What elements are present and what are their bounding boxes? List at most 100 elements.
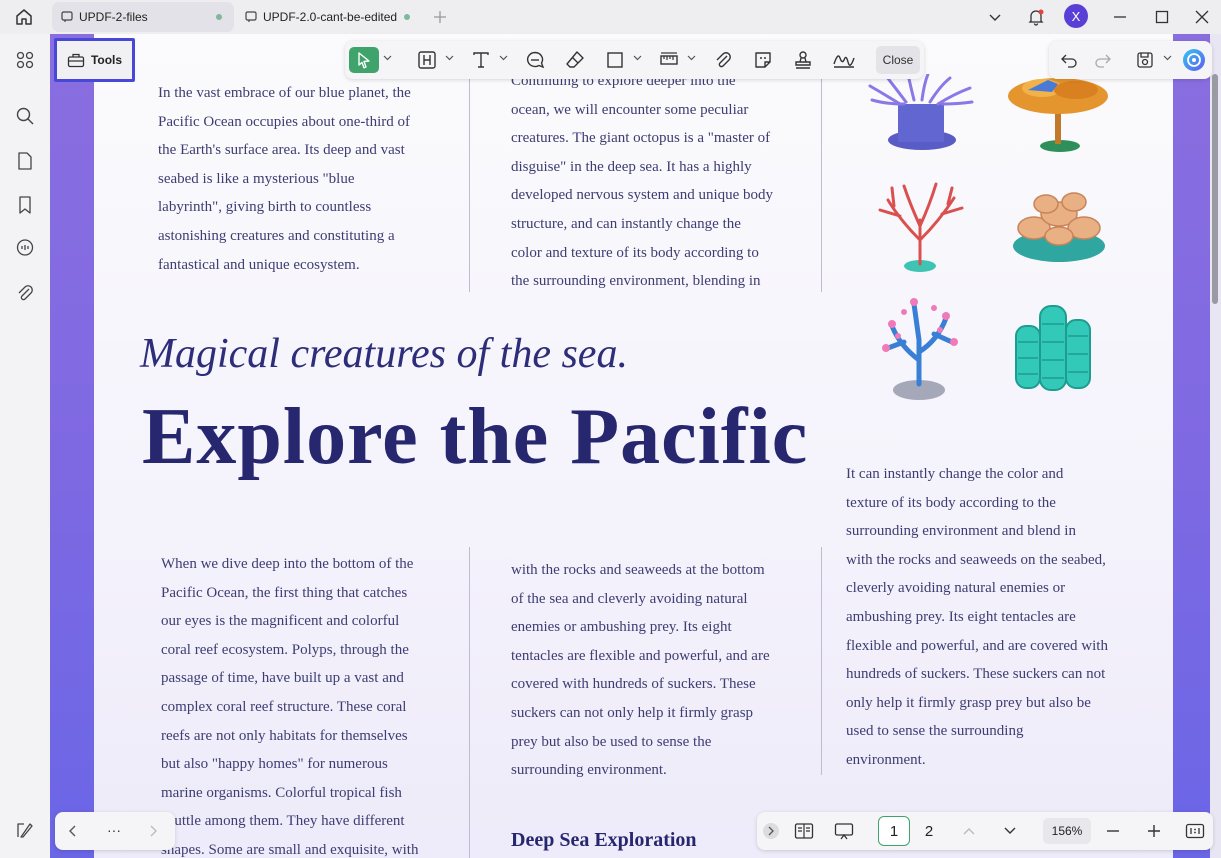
tab-updf-2-0-cant-be-edited[interactable]: UPDF-2.0-cant-be-edited [236, 2, 422, 32]
actual-size-icon[interactable] [1184, 821, 1206, 841]
home-icon[interactable] [12, 6, 36, 28]
chevron-down-icon[interactable] [983, 5, 1007, 29]
thumbnails-grid-icon[interactable] [13, 48, 37, 72]
text-line: ocean, we will encounter some peculiar [511, 101, 749, 118]
signature-tool-icon[interactable] [831, 47, 857, 73]
left-rail [0, 34, 50, 858]
search-icon[interactable] [13, 104, 37, 128]
document-viewport[interactable]: In the vast embrace of our blue planet, … [50, 34, 1221, 858]
measure-tool-icon[interactable] [657, 47, 681, 73]
select-tool-button[interactable] [349, 47, 379, 73]
zoom-bar: 1 2 156% [757, 812, 1213, 850]
close-toolbar-button[interactable]: Close [876, 46, 920, 74]
text-line: cleverly avoiding natural enemies or [846, 580, 1066, 597]
text-line: passage of time, have built up a vast an… [161, 670, 404, 687]
text-line: It can instantly change the color and [846, 466, 1064, 482]
column-divider [821, 547, 822, 775]
title-bar: UPDF-2-files UPDF-2.0-cant-be-edited X [0, 0, 1221, 34]
bookmark-icon[interactable] [13, 193, 37, 217]
chevron-down-icon[interactable] [445, 53, 454, 62]
red-fan-coral-image [878, 182, 964, 272]
text-line: Pacific Ocean, the first thing that catc… [161, 584, 408, 601]
zoom-level-field[interactable]: 156% [1043, 818, 1091, 844]
text-line: color and texture of its body according … [511, 244, 759, 261]
scrollbar-thumb[interactable] [1212, 74, 1218, 304]
text-line: coral reef ecosystem. Polyps, through th… [161, 641, 409, 658]
text-column-1-bottom: When we dive deep into the bottom of the… [161, 550, 451, 858]
sign-edit-icon[interactable] [13, 818, 37, 842]
rectangle-tool-icon[interactable] [603, 47, 627, 73]
avatar[interactable]: X [1064, 4, 1088, 28]
comment-icon[interactable] [13, 236, 37, 260]
vertical-scrollbar[interactable] [1210, 34, 1221, 858]
attachment-tool-icon[interactable] [711, 47, 735, 73]
reading-mode-icon[interactable] [793, 820, 815, 842]
chevron-down-icon[interactable] [633, 53, 642, 62]
zoom-out-minus-icon[interactable] [1103, 821, 1123, 841]
more-options-button[interactable]: ··· [101, 820, 127, 840]
stamp-tool-icon[interactable] [791, 47, 815, 73]
text-line: When we dive deep into the bottom of the [161, 556, 414, 572]
main-title: Explore the Pacific [142, 393, 809, 481]
minimize-icon[interactable] [1108, 5, 1132, 29]
eraser-tool-icon[interactable] [563, 47, 587, 73]
redo-icon[interactable] [1091, 47, 1115, 73]
purple-anemone-image [868, 74, 974, 150]
text-line: our eyes is the magnificent and colorful [161, 613, 400, 630]
notification-bell-icon[interactable] [1024, 5, 1048, 29]
chevron-down-icon[interactable] [499, 53, 508, 62]
text-line: tentacles are flexible and powerful, and… [511, 647, 770, 664]
save-icon[interactable] [1133, 47, 1157, 73]
next-page-chevron-icon[interactable] [143, 821, 163, 841]
new-tab-plus-icon[interactable] [428, 5, 452, 29]
text-line: developed nervous system and unique body [511, 187, 774, 204]
presentation-icon[interactable] [833, 820, 855, 842]
comment-tool-icon[interactable] [523, 47, 547, 73]
teal-tube-coral-image [1015, 305, 1091, 391]
tab-updf-2-files[interactable]: UPDF-2-files [52, 2, 234, 32]
unsaved-dot [404, 14, 410, 20]
ai-assistant-icon[interactable] [1181, 47, 1207, 73]
column-divider [469, 547, 470, 858]
text-line: flexible and powerful, and are covered w… [846, 637, 1108, 654]
chevron-down-icon[interactable] [687, 53, 696, 62]
attachment-icon[interactable] [13, 281, 37, 305]
column-divider [821, 74, 822, 292]
orange-tree-coral-image [1008, 78, 1108, 152]
page-icon[interactable] [13, 149, 37, 173]
text-line: the Earth's surface area. Its deep and v… [158, 142, 405, 159]
page-down-chevron-icon[interactable] [1000, 821, 1020, 841]
text-line: used to sense the surrounding [846, 723, 1024, 740]
text-line: enemies or ambushing prey. Its eight [511, 619, 732, 636]
text-line: texture of its body according to the [846, 494, 1056, 511]
close-window-icon[interactable] [1190, 5, 1214, 29]
chevron-down-icon[interactable] [383, 53, 392, 62]
section-subheading: Deep Sea Exploration [511, 829, 697, 851]
app-window: UPDF-2-files UPDF-2.0-cant-be-edited X I… [0, 0, 1221, 858]
prev-page-chevron-icon[interactable] [63, 821, 83, 841]
text-column-2-bottom: with the rocks and seaweeds at the botto… [511, 556, 811, 785]
text-tool-button[interactable] [469, 47, 493, 73]
script-title: Magical creatures of the sea. [140, 331, 628, 377]
text-line: disguise" in the deep sea. It has a high… [511, 158, 752, 175]
text-line: with the rocks and seaweeds at the botto… [511, 562, 765, 578]
page-up-chevron-icon[interactable] [959, 821, 979, 841]
highlight-tool-button[interactable] [415, 47, 439, 73]
tools-button[interactable]: Tools [54, 38, 135, 82]
pink-blue-coral-image [882, 298, 958, 400]
zoom-in-plus-icon[interactable] [1144, 821, 1164, 841]
text-line: Pacific Ocean occupies about one-third o… [158, 113, 410, 130]
pdf-page: In the vast embrace of our blue planet, … [94, 34, 1173, 858]
maximize-icon[interactable] [1150, 5, 1174, 29]
page-number-2-button[interactable]: 2 [913, 816, 945, 846]
text-line: of the sea and cleverly avoiding natural [511, 590, 748, 607]
text-line: ambushing prey. Its eight tentacles are [846, 608, 1076, 625]
undo-icon[interactable] [1057, 47, 1081, 73]
chevron-down-icon[interactable] [1163, 53, 1172, 62]
avatar-letter: X [1071, 8, 1081, 24]
text-line: shapes. Some are small and exquisite, wi… [161, 841, 419, 858]
page-number-1-button[interactable]: 1 [878, 816, 910, 846]
sticker-tool-icon[interactable] [751, 47, 775, 73]
collapse-chevron-icon[interactable] [763, 823, 779, 839]
text-line: prey but also be used to sense the [511, 733, 712, 750]
